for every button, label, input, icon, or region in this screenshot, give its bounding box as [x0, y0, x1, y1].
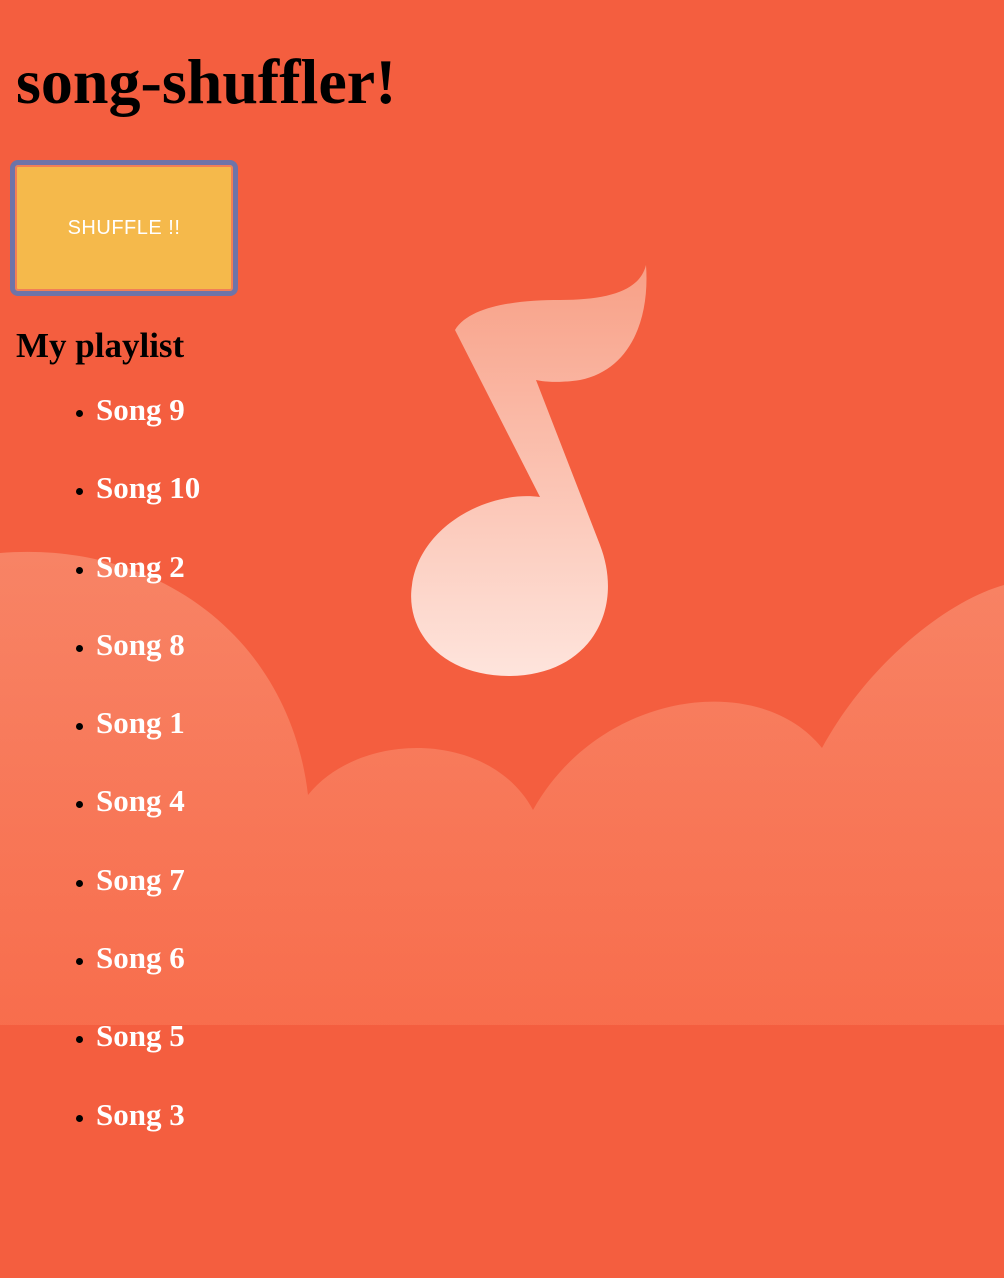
- main-content: song-shuffler! SHUFFLE !! My playlist So…: [0, 0, 1004, 1173]
- song-title: Song 6: [96, 940, 185, 976]
- song-list: Song 9 Song 10 Song 2 Song 8 Song 1 Song…: [16, 390, 1004, 1173]
- playlist-heading: My playlist: [16, 326, 185, 365]
- list-item: Song 3: [96, 1095, 1004, 1173]
- song-title: Song 5: [96, 1018, 185, 1054]
- song-title: Song 3: [96, 1096, 185, 1132]
- song-title: Song 7: [96, 861, 185, 897]
- list-item: Song 2: [96, 547, 1004, 625]
- list-item: Song 9: [96, 390, 1004, 468]
- song-title: Song 2: [96, 548, 185, 584]
- list-item: Song 6: [96, 938, 1004, 1016]
- song-title: Song 9: [96, 392, 185, 427]
- song-title: Song 10: [96, 470, 201, 506]
- list-item: Song 8: [96, 625, 1004, 703]
- song-title: Song 1: [96, 705, 185, 741]
- page-title: song-shuffler!: [16, 46, 397, 117]
- list-item: Song 7: [96, 860, 1004, 938]
- song-title: Song 8: [96, 626, 185, 662]
- list-item: Song 10: [96, 468, 1004, 546]
- list-item: Song 1: [96, 703, 1004, 781]
- shuffle-button[interactable]: SHUFFLE !!: [10, 160, 238, 296]
- song-title: Song 4: [96, 783, 185, 819]
- list-item: Song 4: [96, 781, 1004, 859]
- list-item: Song 5: [96, 1016, 1004, 1094]
